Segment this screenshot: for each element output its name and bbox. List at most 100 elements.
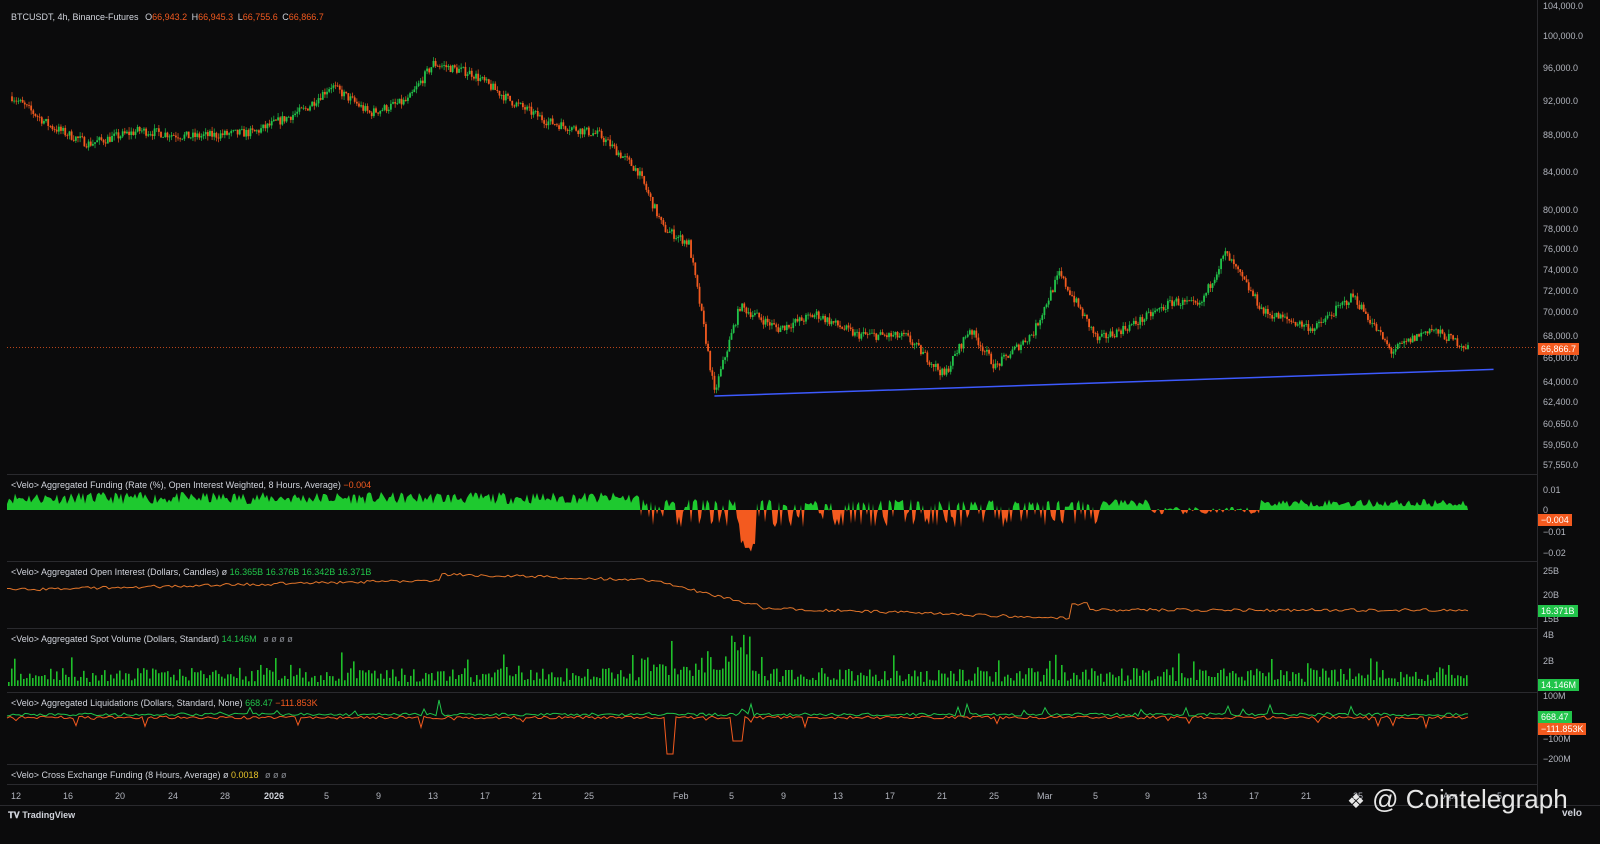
candle-body [1141,317,1144,322]
price-axis-label: 104,000.0 [1543,1,1584,11]
cointelegraph-icon: ❖ [1347,791,1365,813]
time-axis-label: 25 [989,791,1000,801]
candle-body [977,337,980,346]
cross-funding-pane-title[interactable]: <Velo> Cross Exchange Funding (8 Hours, … [11,770,287,780]
volume-bar [1223,668,1225,686]
pane-divider[interactable] [7,561,1537,562]
volume-bar [1064,672,1066,686]
time-axis-divider [7,784,1537,785]
candle-body [1175,298,1178,302]
volume-bar [827,676,829,686]
volume-bar [1205,670,1207,686]
candle-body [775,324,778,328]
candle-body [1128,324,1131,331]
candle-body [1205,292,1208,296]
volume-bar [377,678,379,686]
open-interest-pane-title[interactable]: <Velo> Aggregated Open Interest (Dollars… [11,567,371,577]
candle-body [630,159,633,166]
oi-high: 16.376B [265,567,300,577]
volume-bar [362,670,364,686]
volume-bar [731,635,733,686]
volume-bar [1094,671,1096,686]
candle-body [483,77,486,81]
volume-bar [458,675,460,686]
candle-body [1100,333,1103,337]
candle-body [590,135,592,137]
volume-bar [212,671,214,686]
volume-bar [518,665,520,686]
candle-body [270,121,273,126]
candle-body [343,91,345,97]
candle-body [664,224,667,233]
funding-axis-label: −0.02 [1543,548,1566,558]
candle-body [253,129,256,132]
candle-body [1241,271,1244,277]
candle-body [1445,339,1448,341]
volume-bar [758,673,760,686]
tradingview-logo[interactable]: 𝐓𝐕 TradingView [8,810,75,821]
candle-body [954,354,956,356]
time-axis-label: 5 [1093,791,1099,801]
candle-body [317,98,320,104]
volume-bar [635,680,637,686]
volume-bar [173,674,175,686]
volume-bar [974,673,976,686]
volume-bar [95,675,97,686]
volume-bar [482,673,484,686]
volume-bar [770,673,772,686]
volume-bar [1040,681,1042,686]
volume-bar [1271,658,1273,686]
funding-pane-title[interactable]: <Velo> Aggregated Funding (Rate (%), Ope… [11,480,371,490]
volume-bar [914,670,916,686]
volume-bar [464,668,466,686]
candle-body [917,343,920,346]
volume-bar [1157,676,1159,686]
volume-bar [1097,675,1099,686]
volume-bar [1304,681,1306,686]
volume-bar [1274,679,1276,686]
candle-body [528,106,531,108]
pane-divider[interactable] [7,692,1537,693]
volume-bar [746,654,748,686]
candle-body [330,87,333,90]
candle-body [145,128,148,136]
liquidations-pane-title[interactable]: <Velo> Aggregated Liquidations (Dollars,… [11,698,318,708]
pane-divider[interactable] [7,474,1537,475]
candle-body [990,353,993,365]
candle-body [1073,295,1076,303]
candle-body [477,73,480,81]
time-axis-label: 21 [1301,791,1312,801]
candle-body [1190,300,1193,302]
candle-body [945,368,948,375]
candle-body [832,321,835,323]
candle-body [892,334,895,337]
candle-body [585,127,588,130]
pane-divider[interactable] [7,628,1537,629]
chart-canvas[interactable] [0,0,1600,843]
candle-body [607,139,609,141]
candle-body [794,319,797,323]
time-axis-label: 13 [428,791,439,801]
pane-divider[interactable] [7,764,1537,765]
candle-body [636,168,639,176]
candle-body [1364,311,1367,314]
candle-body [1045,304,1048,308]
price-axis-label: 70,000.0 [1543,307,1579,317]
candle-body [302,107,305,109]
candle-body [1209,284,1212,288]
candle-body [1416,334,1418,341]
candle-body [502,94,505,101]
candle-body [1026,341,1029,343]
candle-body [658,216,661,217]
volume-bar [551,672,553,686]
candle-body [1328,314,1331,316]
volume-bar [683,666,685,686]
spot-volume-pane-title[interactable]: <Velo> Aggregated Spot Volume (Dollars, … [11,634,293,644]
volume-bar [1232,670,1234,686]
candle-body [192,132,194,138]
volume-bar [152,668,154,686]
symbol-label[interactable]: BTCUSDT, 4h, Binance-Futures [11,12,139,22]
time-axis-label: Feb [673,791,689,801]
candle-body [615,146,618,156]
candle-body [973,330,976,335]
